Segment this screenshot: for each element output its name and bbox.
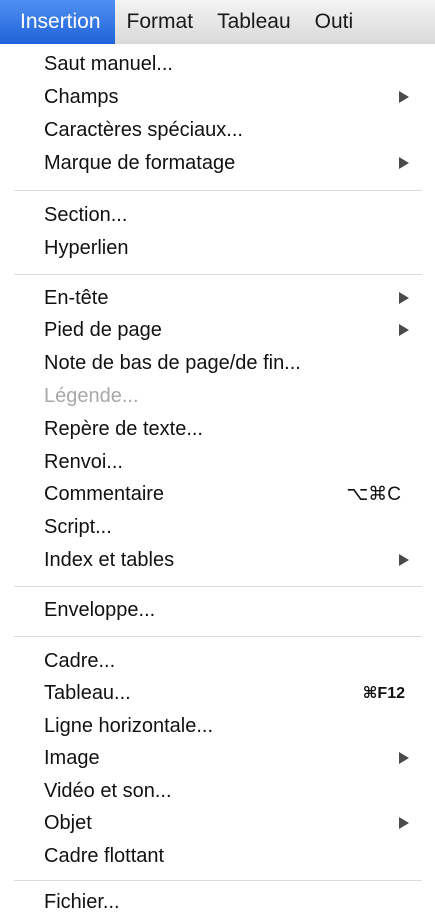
menu-separator	[14, 586, 422, 587]
menu-item-saut-manuel[interactable]: Saut manuel...	[0, 48, 435, 80]
menu-item-enveloppe[interactable]: Enveloppe...	[0, 594, 435, 626]
menubar-format[interactable]: Format	[115, 0, 206, 44]
menu-item-label: Marque de formatage	[44, 151, 236, 174]
keyboard-shortcut: ⌥⌘C	[346, 483, 401, 505]
menu-item-fichier[interactable]: Fichier...	[0, 886, 435, 917]
menu-separator	[14, 274, 422, 275]
menu-item-label: Légende...	[44, 384, 139, 407]
menu-item-ligne-horizontale[interactable]: Ligne horizontale...	[0, 710, 435, 742]
menu-separator	[14, 190, 422, 191]
menu-item-label: Cadre...	[44, 649, 116, 672]
menu-item-label: Saut manuel...	[44, 52, 173, 75]
menu-item-repere-de-texte[interactable]: Repère de texte...	[0, 413, 435, 445]
submenu-arrow-icon	[399, 292, 409, 304]
menu-item-label: Fichier...	[44, 890, 120, 913]
menubar-tableau[interactable]: Tableau	[205, 0, 303, 44]
menu-separator	[14, 880, 422, 881]
menu-item-label: Tableau...	[44, 681, 131, 704]
menu-item-tableau[interactable]: Tableau... ⌘F12	[0, 677, 435, 709]
menu-item-label: Hyperlien	[44, 236, 129, 259]
menu-item-label: Cadre flottant	[44, 844, 165, 867]
menu-item-commentaire[interactable]: Commentaire ⌥⌘C	[0, 478, 435, 510]
menu-item-label: Champs	[44, 85, 119, 108]
menu-item-cadre[interactable]: Cadre...	[0, 645, 435, 677]
menu-item-label: Ligne horizontale...	[44, 714, 214, 737]
submenu-arrow-icon	[399, 91, 409, 103]
menu-item-objet[interactable]: Objet	[0, 807, 435, 839]
menu-item-renvoi[interactable]: Renvoi...	[0, 446, 435, 478]
menubar-insertion[interactable]: Insertion	[0, 0, 115, 44]
menu-item-label: Pied de page	[44, 318, 162, 341]
menu-item-note-de-bas-de-page[interactable]: Note de bas de page/de fin...	[0, 347, 435, 379]
menu-item-label: Image	[44, 746, 100, 769]
menu-item-label: En-tête	[44, 286, 109, 309]
menu-item-hyperlien[interactable]: Hyperlien	[0, 232, 435, 264]
menu-item-script[interactable]: Script...	[0, 511, 435, 543]
menu-item-label: Repère de texte...	[44, 417, 203, 440]
menu-item-image[interactable]: Image	[0, 742, 435, 774]
menu-item-video-et-son[interactable]: Vidéo et son...	[0, 775, 435, 807]
menubar-outils[interactable]: Outi	[303, 0, 366, 44]
menu-item-legende: Légende...	[0, 380, 435, 412]
insertion-dropdown-menu: Saut manuel... Champs Caractères spéciau…	[0, 44, 435, 917]
menu-item-index-et-tables[interactable]: Index et tables	[0, 544, 435, 576]
menu-item-label: Objet	[44, 811, 92, 834]
submenu-arrow-icon	[399, 324, 409, 336]
menu-item-marque-de-formatage[interactable]: Marque de formatage	[0, 147, 435, 179]
menu-item-pied-de-page[interactable]: Pied de page	[0, 314, 435, 346]
menu-item-label: Commentaire	[44, 482, 165, 505]
submenu-arrow-icon	[399, 817, 409, 829]
submenu-arrow-icon	[399, 752, 409, 764]
menu-item-cadre-flottant[interactable]: Cadre flottant	[0, 840, 435, 872]
menu-item-label: Vidéo et son...	[44, 779, 172, 802]
menu-item-label: Caractères spéciaux...	[44, 118, 243, 141]
menu-item-champs[interactable]: Champs	[0, 81, 435, 113]
menu-bar: Insertion Format Tableau Outi	[0, 0, 435, 45]
menu-item-caracteres-speciaux[interactable]: Caractères spéciaux...	[0, 114, 435, 146]
menu-item-label: Section...	[44, 203, 128, 226]
keyboard-shortcut: ⌘F12	[362, 685, 405, 702]
menu-separator	[14, 636, 422, 637]
menu-item-en-tete[interactable]: En-tête	[0, 282, 435, 314]
menu-item-label: Enveloppe...	[44, 598, 156, 621]
menu-item-section[interactable]: Section...	[0, 199, 435, 231]
menu-item-label: Note de bas de page/de fin...	[44, 351, 301, 374]
submenu-arrow-icon	[399, 554, 409, 566]
menu-item-label: Renvoi...	[44, 450, 123, 473]
submenu-arrow-icon	[399, 157, 409, 169]
menu-item-label: Script...	[44, 515, 112, 538]
menu-item-label: Index et tables	[44, 548, 175, 571]
